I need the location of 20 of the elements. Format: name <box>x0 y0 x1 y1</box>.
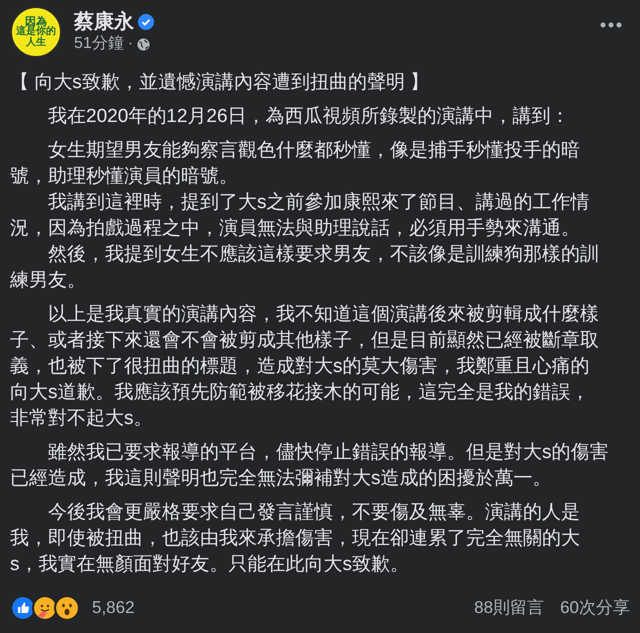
post-paragraph: 然後，我提到女生不應該這樣要求男友，不該像是訓練狗那樣的訓 練男友。 <box>10 242 600 293</box>
care-reaction-icon[interactable] <box>32 595 58 621</box>
post-paragraph: 我在2020年的12月26日，為西瓜視頻所錄製的演講中，講到： <box>47 105 571 129</box>
reaction-count[interactable]: 5,862 <box>92 595 135 621</box>
share-count[interactable]: 60次分享 <box>560 595 630 621</box>
separator-dot: · <box>128 34 134 54</box>
avatar[interactable]: 因為 這是你的 人生 <box>10 6 62 58</box>
post-paragraph: 以上是我真實的演講內容，我不知道這個演講後來被剪輯成什麼樣 子、或者接下來還會不會被剪成其他樣子，但是目前顯然已經被斷章取 義，也被下了很扭曲的標題，造成對大s的莫大傷害，我鄭重且心痛的 向大s道歉。我應該預先防範被移花接木的可能，這完全是我的錯誤， 非常對不起大s。 <box>10 303 600 431</box>
globe-icon <box>137 38 150 50</box>
more-options-icon[interactable] <box>600 22 622 28</box>
post-paragraph: 今後我會更嚴格要求自己發言謹慎，不要傷及無辜。演講的人是 我，即使被扭曲，也該由我來承擔傷害，現在卻連累了完全無關的大 s，我實在無顏面對好友。只能在此向大s致歉。 <box>10 501 581 577</box>
post-paragraph: 女生期望男友能夠察言觀色什麼都秒懂，像是捕手秒懂投手的暗 號，助理秒懂演員的暗號。 <box>10 139 581 189</box>
like-reaction-icon[interactable] <box>10 595 36 621</box>
wow-reaction-icon[interactable] <box>54 595 80 621</box>
post-paragraph: 雖然我已要求報導的平台，儘快停止錯誤的報導。但是對大s的傷害 已經造成，我這則聲明也完全無法彌補對大s造成的困擾於萬一。 <box>10 441 610 491</box>
post-paragraph: 我講到這裡時，提到了大s之前參加康熙來了節目、講過的工作情 況，因為拍戲過程之中，演員無法與助理說話，必須用手勢來溝通。 <box>10 191 590 241</box>
comment-count[interactable]: 88則留言 <box>474 595 544 621</box>
author-name[interactable]: 蔡康永 <box>74 10 134 34</box>
post-title: 【 向大s致歉，並遺憾演講內容遭到扭曲的聲明 】 <box>10 71 430 95</box>
post-time[interactable]: 51分鐘 <box>74 34 124 54</box>
